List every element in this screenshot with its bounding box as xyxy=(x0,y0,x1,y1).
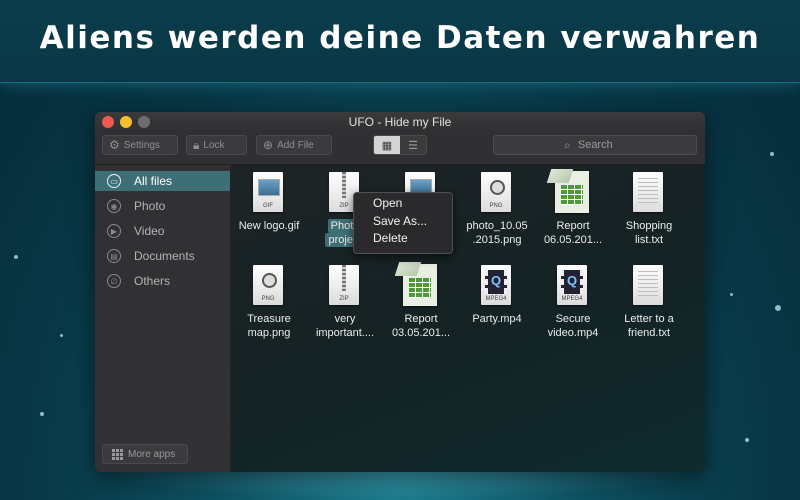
file-item[interactable]: MPEG4 Party.mp4 xyxy=(459,262,535,326)
zip-file-icon: ZIP xyxy=(329,265,359,305)
text-file-icon xyxy=(633,265,663,305)
title-bar: UFO - Hide my File xyxy=(95,112,705,132)
spreadsheet-file-icon xyxy=(394,262,437,306)
text-file-icon xyxy=(633,172,663,212)
sidebar-item-label: Photo xyxy=(134,199,166,213)
settings-label: Settings xyxy=(123,139,160,151)
star-dot xyxy=(775,305,781,311)
star-dot xyxy=(745,438,749,442)
video-file-icon: MPEG4 xyxy=(481,265,511,305)
file-item[interactable]: PNG photo_10.05.2015.png xyxy=(459,169,535,247)
folder-icon: ▭ xyxy=(107,174,121,188)
file-name: photo_10.05.2015.png xyxy=(466,220,528,246)
camera-icon: ◉ xyxy=(107,199,121,213)
star-dot xyxy=(14,255,18,259)
file-name: Report 03.05.201... xyxy=(391,313,451,339)
sidebar-item-label: Others xyxy=(134,274,171,288)
add-file-button[interactable]: ⊕ Add File xyxy=(256,135,332,155)
star-dot xyxy=(730,293,733,296)
view-toggle: ▦ ☰ xyxy=(373,135,427,155)
file-name: Secure video.mp4 xyxy=(547,313,599,339)
search-field[interactable]: ⌕ xyxy=(493,135,697,155)
lock-label: Lock xyxy=(203,139,225,151)
sidebar-item-others[interactable]: ∅ Others xyxy=(95,271,230,291)
file-name: Treasure map.png xyxy=(247,313,291,339)
toolbar: ⚙ Settings 🔒︎ Lock ⊕ Add File ▦ ☰ ⌕ xyxy=(95,132,705,165)
file-item[interactable]: ZIP very important.... xyxy=(307,262,383,340)
file-item[interactable]: Letter to a friend.txt xyxy=(611,262,687,340)
list-view-button[interactable]: ☰ xyxy=(400,136,426,154)
paperclip-icon: ∅ xyxy=(107,274,121,288)
sidebar-item-documents[interactable]: ▤ Documents xyxy=(95,246,230,266)
sidebar-item-label: Video xyxy=(134,224,165,238)
sidebar: ▭ All files ◉ Photo ▶ Video ▤ Documents … xyxy=(95,165,231,472)
file-grid: GIF New logo.gif ZIP Photo project PNG ph… xyxy=(231,165,705,472)
video-camera-icon: ▶ xyxy=(107,224,121,238)
file-item[interactable]: GIF New logo.gif xyxy=(231,169,307,233)
file-name: Report 06.05.201... xyxy=(543,220,603,246)
settings-button[interactable]: ⚙ Settings xyxy=(102,135,178,155)
add-file-label: Add File xyxy=(277,139,314,151)
star-dot xyxy=(770,152,774,156)
file-name: Shopping list.txt xyxy=(625,220,673,246)
list-icon: ☰ xyxy=(408,139,418,152)
file-item[interactable]: MPEG4 Securevideo.mp4 xyxy=(535,262,611,340)
plus-circle-icon: ⊕ xyxy=(263,138,274,152)
file-name: Letter to a friend.txt xyxy=(624,313,674,339)
grid-view-button[interactable]: ▦ xyxy=(374,136,400,154)
context-menu-delete[interactable]: Delete xyxy=(354,230,452,248)
file-name: very important.... xyxy=(315,313,375,339)
file-name: New logo.gif xyxy=(238,220,300,232)
file-item[interactable]: PNG Treasure map.png xyxy=(231,262,307,340)
image-file-icon: PNG xyxy=(481,172,511,212)
sidebar-item-video[interactable]: ▶ Video xyxy=(95,221,230,241)
file-item[interactable]: Report 06.05.201... xyxy=(535,169,611,247)
context-menu-open[interactable]: Open xyxy=(354,195,452,213)
document-icon: ▤ xyxy=(107,249,121,263)
file-item[interactable]: Shopping list.txt xyxy=(611,169,687,247)
spreadsheet-file-icon xyxy=(546,169,589,213)
image-file-icon: PNG xyxy=(253,265,283,305)
file-item[interactable]: Report 03.05.201... xyxy=(383,262,459,340)
star-dot xyxy=(40,412,44,416)
more-apps-label: More apps xyxy=(128,448,176,460)
search-icon: ⌕ xyxy=(564,137,571,152)
gear-icon: ⚙ xyxy=(109,138,120,152)
context-menu: Open Save As... Delete xyxy=(353,192,453,254)
lock-icon: 🔒︎ xyxy=(193,137,200,152)
headline: Aliens werden deine Daten verwahren xyxy=(39,20,761,56)
more-apps-button[interactable]: More apps xyxy=(102,444,188,464)
app-window: UFO - Hide my File ⚙ Settings 🔒︎ Lock ⊕ … xyxy=(95,112,705,472)
sidebar-item-photo[interactable]: ◉ Photo xyxy=(95,196,230,216)
apps-grid-icon xyxy=(112,448,123,460)
sidebar-item-all-files[interactable]: ▭ All files xyxy=(95,171,230,191)
context-menu-save-as[interactable]: Save As... xyxy=(354,213,452,231)
image-file-icon: GIF xyxy=(253,172,283,212)
star-dot xyxy=(60,334,63,337)
window-title: UFO - Hide my File xyxy=(348,115,452,129)
sidebar-item-label: Documents xyxy=(134,249,195,263)
search-input[interactable] xyxy=(575,138,626,152)
lock-button[interactable]: 🔒︎ Lock xyxy=(186,135,247,155)
sidebar-item-label: All files xyxy=(134,174,173,188)
grid-icon: ▦ xyxy=(381,139,393,152)
file-name: Party.mp4 xyxy=(472,313,522,325)
floor-glow xyxy=(80,470,720,500)
video-file-icon: MPEG4 xyxy=(557,265,587,305)
